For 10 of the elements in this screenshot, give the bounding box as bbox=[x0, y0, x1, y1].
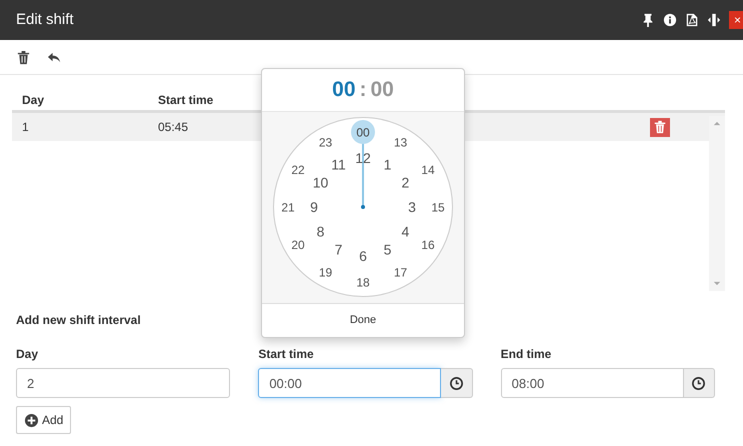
time-separator: : bbox=[360, 77, 366, 104]
section-heading: Add new shift interval bbox=[16, 312, 141, 329]
field-label: Start time bbox=[258, 346, 315, 363]
column-header: Start time bbox=[158, 92, 214, 108]
column-header: Day bbox=[21, 92, 46, 108]
window-title: Edit shift bbox=[16, 10, 74, 30]
table-cell-text: 1 bbox=[21, 119, 30, 136]
field-label: End time bbox=[500, 346, 552, 363]
table-cell-text: 05:45 bbox=[158, 119, 190, 136]
field-label: Day bbox=[16, 346, 40, 363]
